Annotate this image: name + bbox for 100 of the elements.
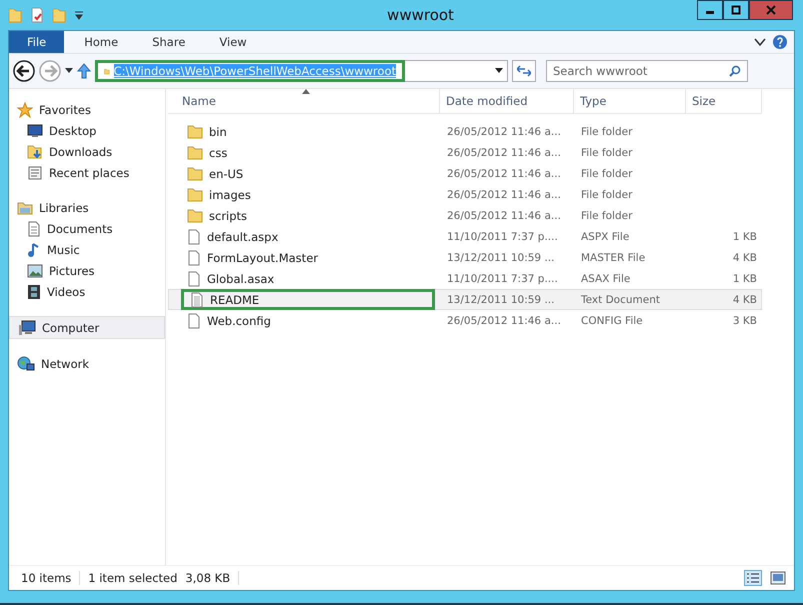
monitor-icon bbox=[27, 124, 43, 138]
sidebar-item[interactable]: Downloads bbox=[9, 141, 165, 162]
type-cell-text: File folder bbox=[580, 124, 634, 140]
sidebar-item[interactable]: Network bbox=[9, 353, 165, 374]
date-cell-text: 26/05/2012 11:46 a... bbox=[446, 166, 562, 182]
type-cell-text: CONFIG File bbox=[580, 314, 644, 328]
file-row[interactable]: default.aspx 11/10/2011 7:37 p.... ASPX File 1 KB bbox=[168, 226, 762, 247]
type-cell-text: File folder bbox=[580, 166, 634, 182]
recent-places-icon bbox=[27, 164, 43, 180]
minimize-button[interactable] bbox=[697, 0, 723, 20]
customize-dropdown-icon[interactable] bbox=[74, 10, 84, 20]
sidebar-label: Libraries bbox=[39, 200, 89, 214]
text-file-icon bbox=[190, 292, 204, 308]
close-button[interactable] bbox=[749, 0, 793, 20]
size-cell-text: 1 KB bbox=[732, 230, 758, 244]
type-cell-text: ASPX File bbox=[580, 230, 630, 244]
date-cell-text: 11/10/2011 7:37 p.... bbox=[446, 230, 559, 244]
sidebar-item[interactable]: Pictures bbox=[9, 260, 165, 281]
sidebar-label: Videos bbox=[47, 284, 86, 298]
refresh-button[interactable] bbox=[512, 60, 536, 82]
item-count: 10 items bbox=[21, 571, 72, 585]
sidebar-item[interactable]: Desktop bbox=[9, 120, 165, 141]
large-icons-view-icon[interactable] bbox=[770, 571, 786, 585]
sidebar-label: Favorites bbox=[39, 102, 91, 116]
sidebar-label: Downloads bbox=[49, 144, 112, 158]
sidebar-label: Computer bbox=[42, 320, 100, 334]
up-arrow-icon[interactable] bbox=[77, 63, 91, 79]
document-icon bbox=[27, 220, 41, 236]
column-header[interactable]: Type bbox=[574, 89, 686, 113]
file-row[interactable]: scripts 26/05/2012 11:46 a... File folder bbox=[168, 205, 762, 226]
sidebar-item[interactable]: Libraries bbox=[9, 197, 165, 218]
folder-icon bbox=[187, 187, 203, 202]
size-cell-text: 1 KB bbox=[732, 272, 758, 286]
film-strip-icon bbox=[27, 284, 41, 300]
type-cell-text: File folder bbox=[580, 146, 634, 160]
blank-file-icon bbox=[187, 228, 201, 244]
size-cell-text: 4 KB bbox=[732, 292, 758, 308]
file-row[interactable]: en-US 26/05/2012 11:46 a... File folder bbox=[168, 163, 762, 184]
sidebar-label: Recent places bbox=[49, 166, 130, 180]
music-note-icon bbox=[27, 242, 41, 258]
download-folder-icon bbox=[27, 144, 43, 160]
sidebar-label: Network bbox=[41, 356, 90, 370]
file-row[interactable]: README 13/12/2011 10:59 ... Text Document 4 KB bbox=[168, 289, 762, 310]
file-name: Global.asax bbox=[207, 272, 274, 286]
sidebar-item[interactable]: Music bbox=[9, 239, 165, 260]
type-cell-text: File folder bbox=[580, 188, 634, 202]
size-cell-text: 3 KB bbox=[732, 314, 758, 328]
file-row[interactable]: Web.config 26/05/2012 11:46 a... CONFIG File 3 KB bbox=[168, 310, 762, 331]
file-name: Web.config bbox=[207, 314, 271, 328]
file-name: en-US bbox=[209, 166, 244, 180]
blank-file-icon bbox=[187, 270, 201, 286]
blank-file-icon bbox=[187, 312, 201, 328]
recent-locations-caret-icon[interactable] bbox=[65, 68, 73, 74]
date-cell-text: 26/05/2012 11:46 a... bbox=[446, 124, 562, 140]
address-path: C:\Windows\Web\PowerShellWebAccess\wwwroot bbox=[114, 64, 396, 78]
file-row[interactable]: css 26/05/2012 11:46 a... File folder bbox=[168, 142, 762, 163]
ribbon-tab[interactable]: File bbox=[9, 31, 64, 53]
file-row[interactable]: bin 26/05/2012 11:46 a... File folder bbox=[168, 121, 762, 142]
file-row[interactable]: FormLayout.Master 13/12/2011 10:59 ... MASTER File 4 KB bbox=[168, 247, 762, 268]
date-cell-text: 13/12/2011 10:59 ... bbox=[446, 250, 556, 266]
type-cell-text: Text Document bbox=[580, 292, 661, 308]
date-cell-text: 26/05/2012 11:46 a... bbox=[446, 208, 562, 224]
ribbon-tab[interactable]: Share bbox=[138, 31, 200, 53]
selection-info: 1 item selected bbox=[88, 571, 178, 585]
selection-size: 3,08 KB bbox=[185, 571, 230, 585]
file-name: README bbox=[210, 292, 260, 306]
picture-icon bbox=[27, 264, 43, 278]
date-cell-text: 26/05/2012 11:46 a... bbox=[446, 146, 562, 160]
back-button[interactable] bbox=[13, 60, 35, 82]
sidebar-item[interactable]: Videos bbox=[9, 281, 165, 302]
date-cell-text: 26/05/2012 11:46 a... bbox=[446, 188, 562, 202]
expand-ribbon-icon[interactable] bbox=[754, 37, 766, 47]
column-header[interactable]: Date modified bbox=[440, 89, 574, 113]
details-view-icon[interactable] bbox=[744, 570, 762, 586]
window-title: wwwroot bbox=[386, 6, 455, 24]
sidebar-item[interactable]: Documents bbox=[9, 218, 165, 239]
ribbon-tab[interactable]: View bbox=[205, 31, 261, 53]
file-row[interactable]: images 26/05/2012 11:46 a... File folder bbox=[168, 184, 762, 205]
ribbon-tab[interactable]: Home bbox=[70, 31, 132, 53]
date-cell-text: 26/05/2012 11:46 a... bbox=[446, 314, 562, 328]
computer-icon bbox=[18, 320, 36, 336]
folder-icon bbox=[187, 166, 203, 181]
file-row[interactable]: Global.asax 11/10/2011 7:37 p.... ASAX File 1 KB bbox=[168, 268, 762, 289]
file-name: bin bbox=[209, 124, 227, 138]
file-name: images bbox=[209, 188, 251, 202]
star-icon bbox=[17, 102, 33, 118]
help-icon[interactable] bbox=[772, 34, 788, 50]
maximize-button[interactable] bbox=[723, 0, 749, 20]
type-cell-text: MASTER File bbox=[580, 250, 646, 266]
search-field[interactable]: Search wwwroot bbox=[546, 60, 748, 82]
sidebar-item[interactable]: Computer bbox=[9, 316, 165, 339]
folder-icon bbox=[187, 124, 203, 139]
sidebar-item[interactable]: Favorites bbox=[9, 99, 165, 120]
sort-arrow-icon bbox=[302, 89, 310, 94]
caret-icon bbox=[495, 68, 503, 74]
search-icon bbox=[729, 65, 741, 77]
maximize-icon bbox=[731, 5, 741, 15]
date-cell-text: 13/12/2011 10:59 ... bbox=[446, 292, 556, 308]
column-header[interactable]: Size bbox=[686, 89, 762, 113]
sidebar-item[interactable]: Recent places bbox=[9, 162, 165, 183]
